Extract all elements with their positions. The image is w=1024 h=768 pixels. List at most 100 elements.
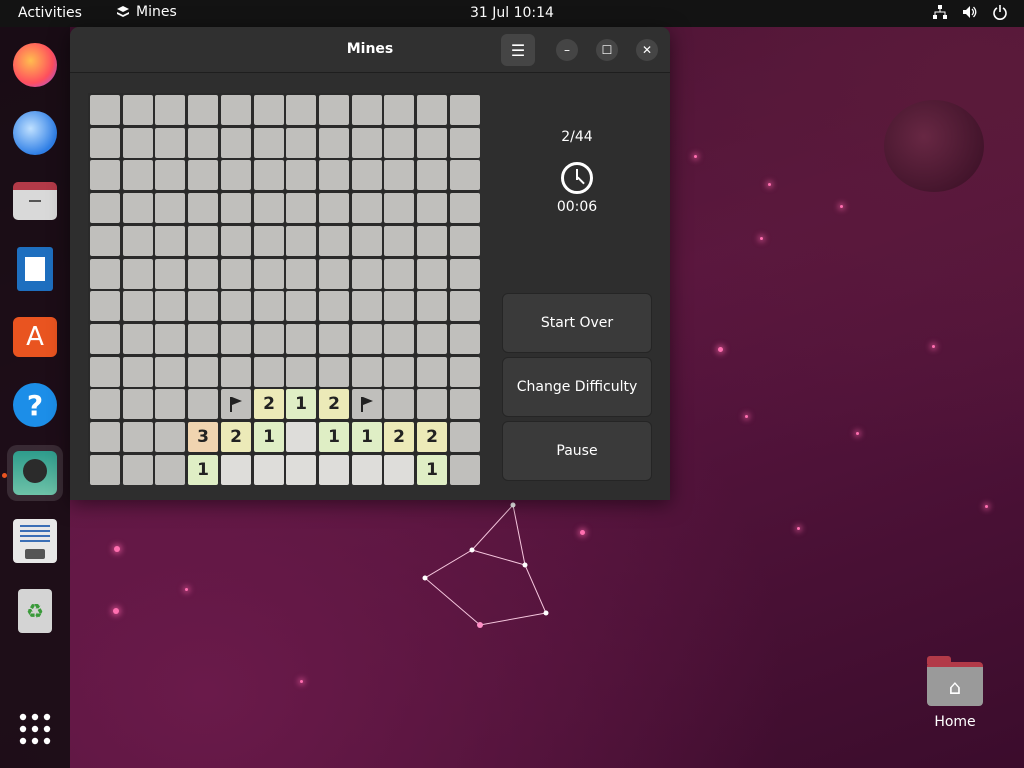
covered-cell[interactable] [450,160,480,190]
covered-cell[interactable] [123,389,153,419]
covered-cell[interactable] [123,455,153,485]
covered-cell[interactable] [319,160,349,190]
covered-cell[interactable] [254,160,284,190]
covered-cell[interactable] [155,422,185,452]
covered-cell[interactable] [90,259,120,289]
covered-cell[interactable] [221,291,251,321]
covered-cell[interactable] [90,193,120,223]
covered-cell[interactable] [384,160,414,190]
covered-cell[interactable] [450,259,480,289]
number-cell[interactable]: 1 [286,389,316,419]
flag-cell[interactable] [352,389,382,419]
covered-cell[interactable] [188,160,218,190]
covered-cell[interactable] [417,128,447,158]
covered-cell[interactable] [417,226,447,256]
covered-cell[interactable] [450,128,480,158]
covered-cell[interactable] [286,291,316,321]
dock-item-files[interactable] [7,173,63,229]
covered-cell[interactable] [221,193,251,223]
covered-cell[interactable] [319,226,349,256]
covered-cell[interactable] [319,128,349,158]
covered-cell[interactable] [450,389,480,419]
covered-cell[interactable] [155,193,185,223]
covered-cell[interactable] [155,226,185,256]
covered-cell[interactable] [352,193,382,223]
covered-cell[interactable] [155,291,185,321]
main-menu-button[interactable]: ☰ [501,34,535,66]
covered-cell[interactable] [254,193,284,223]
covered-cell[interactable] [352,259,382,289]
covered-cell[interactable] [155,128,185,158]
empty-cell[interactable] [254,455,284,485]
pause-button[interactable]: Pause [502,421,652,481]
covered-cell[interactable] [352,128,382,158]
covered-cell[interactable] [450,324,480,354]
empty-cell[interactable] [352,455,382,485]
number-cell[interactable]: 2 [254,389,284,419]
app-menu[interactable]: Mines [116,4,177,20]
dock-item-thunderbird[interactable] [7,105,63,161]
covered-cell[interactable] [384,226,414,256]
start-over-button[interactable]: Start Over [502,293,652,353]
covered-cell[interactable] [417,160,447,190]
covered-cell[interactable] [221,95,251,125]
covered-cell[interactable] [155,389,185,419]
number-cell[interactable]: 1 [319,422,349,452]
covered-cell[interactable] [254,357,284,387]
empty-cell[interactable] [286,455,316,485]
covered-cell[interactable] [123,95,153,125]
covered-cell[interactable] [384,259,414,289]
covered-cell[interactable] [188,226,218,256]
number-cell[interactable]: 1 [352,422,382,452]
covered-cell[interactable] [90,455,120,485]
number-cell[interactable]: 2 [221,422,251,452]
covered-cell[interactable] [450,455,480,485]
covered-cell[interactable] [384,291,414,321]
covered-cell[interactable] [417,95,447,125]
covered-cell[interactable] [286,259,316,289]
number-cell[interactable]: 1 [417,455,447,485]
covered-cell[interactable] [384,389,414,419]
covered-cell[interactable] [286,128,316,158]
covered-cell[interactable] [450,291,480,321]
dock-item-firefox[interactable] [7,37,63,93]
covered-cell[interactable] [155,160,185,190]
covered-cell[interactable] [319,193,349,223]
covered-cell[interactable] [123,160,153,190]
number-cell[interactable]: 2 [384,422,414,452]
covered-cell[interactable] [90,422,120,452]
covered-cell[interactable] [188,324,218,354]
covered-cell[interactable] [90,291,120,321]
change-difficulty-button[interactable]: Change Difficulty [502,357,652,417]
covered-cell[interactable] [90,226,120,256]
covered-cell[interactable] [352,160,382,190]
covered-cell[interactable] [254,324,284,354]
covered-cell[interactable] [417,324,447,354]
covered-cell[interactable] [155,259,185,289]
maximize-button[interactable]: ☐ [596,39,618,61]
covered-cell[interactable] [384,357,414,387]
covered-cell[interactable] [286,357,316,387]
covered-cell[interactable] [352,357,382,387]
covered-cell[interactable] [123,422,153,452]
covered-cell[interactable] [286,193,316,223]
covered-cell[interactable] [450,422,480,452]
covered-cell[interactable] [221,226,251,256]
covered-cell[interactable] [286,324,316,354]
covered-cell[interactable] [352,291,382,321]
dock-item-software[interactable]: A [7,309,63,365]
covered-cell[interactable] [90,324,120,354]
number-cell[interactable]: 2 [319,389,349,419]
covered-cell[interactable] [221,128,251,158]
covered-cell[interactable] [155,357,185,387]
covered-cell[interactable] [417,259,447,289]
covered-cell[interactable] [352,95,382,125]
covered-cell[interactable] [123,324,153,354]
covered-cell[interactable] [384,128,414,158]
covered-cell[interactable] [254,95,284,125]
covered-cell[interactable] [417,357,447,387]
covered-cell[interactable] [417,389,447,419]
covered-cell[interactable] [450,226,480,256]
covered-cell[interactable] [188,389,218,419]
covered-cell[interactable] [155,95,185,125]
